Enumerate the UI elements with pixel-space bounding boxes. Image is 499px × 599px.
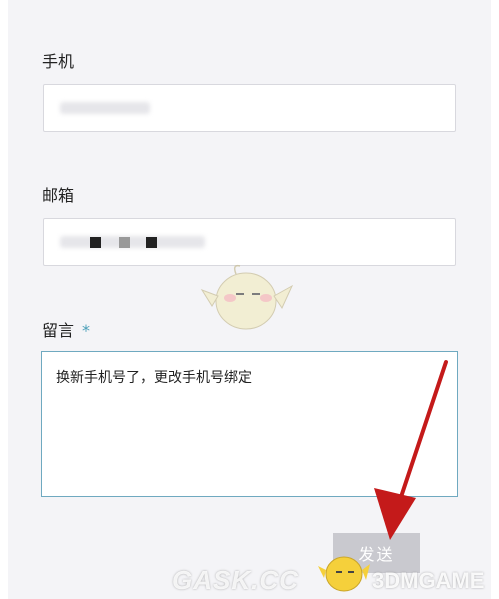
red-arrow-annotation-icon: [374, 360, 448, 540]
message-label-text: 留言: [42, 321, 75, 340]
message-label: 留言 *: [42, 317, 90, 341]
email-label: 邮箱: [42, 186, 75, 205]
watermark-right: 3DMGAME: [372, 568, 485, 593]
phone-label: 手机: [42, 52, 75, 71]
mascot-watermark-icon: [200, 264, 294, 330]
redaction-block: [146, 237, 157, 248]
phone-field[interactable]: [43, 84, 456, 132]
redaction-block: [90, 237, 101, 248]
message-text: 换新手机号了，更改手机号绑定: [56, 370, 252, 386]
watermark-left: GASK.CC: [172, 565, 299, 595]
required-mark: *: [82, 321, 91, 340]
redaction-block: [119, 237, 130, 248]
phone-value-redacted: [60, 102, 150, 114]
watermark-logo-icon: [318, 556, 370, 592]
email-value-redacted: [60, 236, 205, 248]
